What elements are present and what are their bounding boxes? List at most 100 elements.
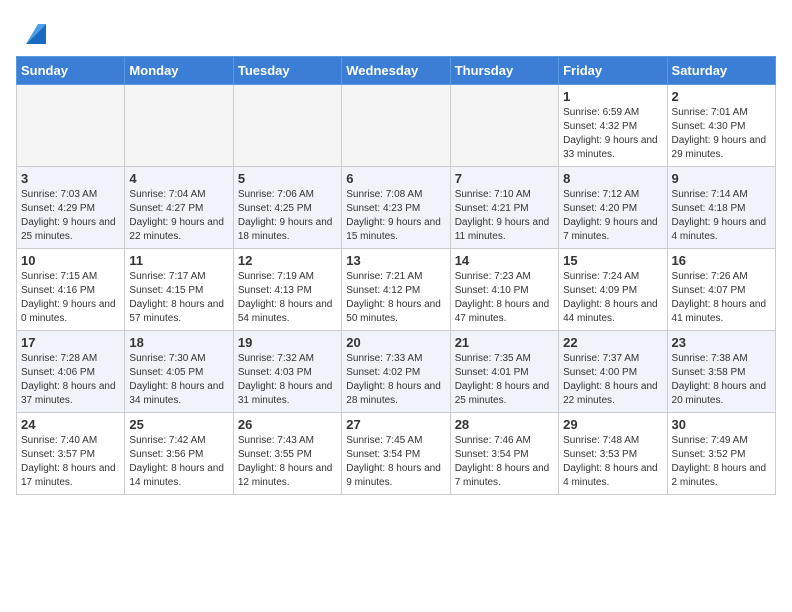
day-number: 26 (238, 417, 337, 432)
day-detail: Sunrise: 7:23 AM Sunset: 4:10 PM Dayligh… (455, 270, 554, 326)
day-number: 28 (455, 417, 554, 432)
calendar-header-row: SundayMondayTuesdayWednesdayThursdayFrid… (17, 57, 776, 85)
calendar-day-cell: 9 Sunrise: 7:14 AM Sunset: 4:18 PM Daylig… (667, 167, 775, 249)
day-detail: Sunrise: 7:46 AM Sunset: 3:54 PM Dayligh… (455, 434, 554, 490)
weekday-header: Saturday (667, 57, 775, 85)
day-detail: Sunrise: 7:43 AM Sunset: 3:55 PM Dayligh… (238, 434, 337, 490)
day-number: 19 (238, 335, 337, 350)
day-number: 30 (672, 417, 771, 432)
day-detail: Sunrise: 7:42 AM Sunset: 3:56 PM Dayligh… (129, 434, 228, 490)
calendar-body: 1 Sunrise: 6:59 AM Sunset: 4:32 PM Daylig… (17, 85, 776, 495)
day-number: 23 (672, 335, 771, 350)
day-detail: Sunrise: 7:06 AM Sunset: 4:25 PM Dayligh… (238, 188, 337, 244)
day-number: 10 (21, 253, 120, 268)
day-detail: Sunrise: 7:33 AM Sunset: 4:02 PM Dayligh… (346, 352, 445, 408)
day-detail: Sunrise: 7:37 AM Sunset: 4:00 PM Dayligh… (563, 352, 662, 408)
day-detail: Sunrise: 7:26 AM Sunset: 4:07 PM Dayligh… (672, 270, 771, 326)
calendar-day-cell: 14 Sunrise: 7:23 AM Sunset: 4:10 PM Dayli… (450, 249, 558, 331)
day-detail: Sunrise: 7:45 AM Sunset: 3:54 PM Dayligh… (346, 434, 445, 490)
day-detail: Sunrise: 7:48 AM Sunset: 3:53 PM Dayligh… (563, 434, 662, 490)
calendar-day-cell: 22 Sunrise: 7:37 AM Sunset: 4:00 PM Dayli… (559, 331, 667, 413)
calendar-day-cell: 20Sunrise: 7:33 AM Sunset: 4:02 PM Dayli… (342, 331, 450, 413)
calendar-day-cell: 11Sunrise: 7:17 AM Sunset: 4:15 PM Dayli… (125, 249, 233, 331)
day-number: 14 (455, 253, 554, 268)
calendar-day-cell: 4 Sunrise: 7:04 AM Sunset: 4:27 PM Daylig… (125, 167, 233, 249)
logo (16, 16, 50, 48)
calendar-day-cell: 27 Sunrise: 7:45 AM Sunset: 3:54 PM Dayli… (342, 413, 450, 495)
calendar-day-cell (233, 85, 341, 167)
day-number: 18 (129, 335, 228, 350)
calendar-day-cell: 2 Sunrise: 7:01 AM Sunset: 4:30 PM Daylig… (667, 85, 775, 167)
calendar-day-cell: 18Sunrise: 7:30 AM Sunset: 4:05 PM Dayli… (125, 331, 233, 413)
day-number: 6 (346, 171, 445, 186)
day-detail: Sunrise: 7:28 AM Sunset: 4:06 PM Dayligh… (21, 352, 120, 408)
calendar-day-cell: 25 Sunrise: 7:42 AM Sunset: 3:56 PM Dayli… (125, 413, 233, 495)
day-number: 13 (346, 253, 445, 268)
day-number: 15 (563, 253, 662, 268)
calendar-day-cell: 30 Sunrise: 7:49 AM Sunset: 3:52 PM Dayli… (667, 413, 775, 495)
day-number: 5 (238, 171, 337, 186)
day-detail: Sunrise: 7:14 AM Sunset: 4:18 PM Dayligh… (672, 188, 771, 244)
day-number: 29 (563, 417, 662, 432)
weekday-header: Tuesday (233, 57, 341, 85)
day-detail: Sunrise: 7:08 AM Sunset: 4:23 PM Dayligh… (346, 188, 445, 244)
calendar-week-row: 3Sunrise: 7:03 AM Sunset: 4:29 PM Daylig… (17, 167, 776, 249)
calendar-day-cell: 23 Sunrise: 7:38 AM Sunset: 3:58 PM Dayli… (667, 331, 775, 413)
day-detail: Sunrise: 7:49 AM Sunset: 3:52 PM Dayligh… (672, 434, 771, 490)
calendar-day-cell: 13 Sunrise: 7:21 AM Sunset: 4:12 PM Dayli… (342, 249, 450, 331)
day-detail: Sunrise: 7:12 AM Sunset: 4:20 PM Dayligh… (563, 188, 662, 244)
day-detail: Sunrise: 7:35 AM Sunset: 4:01 PM Dayligh… (455, 352, 554, 408)
calendar-day-cell (17, 85, 125, 167)
day-detail: Sunrise: 7:01 AM Sunset: 4:30 PM Dayligh… (672, 106, 771, 162)
calendar-day-cell: 29 Sunrise: 7:48 AM Sunset: 3:53 PM Dayli… (559, 413, 667, 495)
day-number: 1 (563, 89, 662, 104)
day-number: 21 (455, 335, 554, 350)
day-detail: Sunrise: 7:10 AM Sunset: 4:21 PM Dayligh… (455, 188, 554, 244)
calendar-day-cell: 10 Sunrise: 7:15 AM Sunset: 4:16 PM Dayli… (17, 249, 125, 331)
day-detail: Sunrise: 7:21 AM Sunset: 4:12 PM Dayligh… (346, 270, 445, 326)
day-detail: Sunrise: 7:32 AM Sunset: 4:03 PM Dayligh… (238, 352, 337, 408)
day-number: 25 (129, 417, 228, 432)
day-number: 4 (129, 171, 228, 186)
day-detail: Sunrise: 7:38 AM Sunset: 3:58 PM Dayligh… (672, 352, 771, 408)
day-number: 24 (21, 417, 120, 432)
page-header (16, 16, 776, 48)
calendar-day-cell: 17 Sunrise: 7:28 AM Sunset: 4:06 PM Dayli… (17, 331, 125, 413)
day-detail: Sunrise: 7:15 AM Sunset: 4:16 PM Dayligh… (21, 270, 120, 326)
calendar-day-cell (125, 85, 233, 167)
day-detail: Sunrise: 6:59 AM Sunset: 4:32 PM Dayligh… (563, 106, 662, 162)
weekday-header: Monday (125, 57, 233, 85)
calendar-day-cell: 28 Sunrise: 7:46 AM Sunset: 3:54 PM Dayli… (450, 413, 558, 495)
day-number: 16 (672, 253, 771, 268)
calendar-day-cell (342, 85, 450, 167)
calendar-day-cell: 12Sunrise: 7:19 AM Sunset: 4:13 PM Dayli… (233, 249, 341, 331)
calendar-day-cell: 7 Sunrise: 7:10 AM Sunset: 4:21 PM Daylig… (450, 167, 558, 249)
day-number: 2 (672, 89, 771, 104)
day-number: 11 (129, 253, 228, 268)
logo-icon (18, 16, 50, 48)
calendar-day-cell: 6 Sunrise: 7:08 AM Sunset: 4:23 PM Daylig… (342, 167, 450, 249)
day-number: 22 (563, 335, 662, 350)
calendar-day-cell: 16 Sunrise: 7:26 AM Sunset: 4:07 PM Dayli… (667, 249, 775, 331)
calendar-week-row: 24 Sunrise: 7:40 AM Sunset: 3:57 PM Dayli… (17, 413, 776, 495)
calendar-day-cell: 21 Sunrise: 7:35 AM Sunset: 4:01 PM Dayli… (450, 331, 558, 413)
day-number: 3 (21, 171, 120, 186)
day-detail: Sunrise: 7:40 AM Sunset: 3:57 PM Dayligh… (21, 434, 120, 490)
calendar-day-cell: 5 Sunrise: 7:06 AM Sunset: 4:25 PM Daylig… (233, 167, 341, 249)
weekday-header: Thursday (450, 57, 558, 85)
calendar-week-row: 17 Sunrise: 7:28 AM Sunset: 4:06 PM Dayli… (17, 331, 776, 413)
calendar-day-cell: 15 Sunrise: 7:24 AM Sunset: 4:09 PM Dayli… (559, 249, 667, 331)
day-number: 17 (21, 335, 120, 350)
day-number: 9 (672, 171, 771, 186)
day-detail: Sunrise: 7:04 AM Sunset: 4:27 PM Dayligh… (129, 188, 228, 244)
calendar-day-cell: 19 Sunrise: 7:32 AM Sunset: 4:03 PM Dayli… (233, 331, 341, 413)
day-detail: Sunrise: 7:24 AM Sunset: 4:09 PM Dayligh… (563, 270, 662, 326)
day-number: 8 (563, 171, 662, 186)
calendar-week-row: 10 Sunrise: 7:15 AM Sunset: 4:16 PM Dayli… (17, 249, 776, 331)
calendar-day-cell (450, 85, 558, 167)
day-number: 27 (346, 417, 445, 432)
calendar-day-cell: 24 Sunrise: 7:40 AM Sunset: 3:57 PM Dayli… (17, 413, 125, 495)
day-number: 12 (238, 253, 337, 268)
calendar-day-cell: 8 Sunrise: 7:12 AM Sunset: 4:20 PM Daylig… (559, 167, 667, 249)
day-number: 7 (455, 171, 554, 186)
